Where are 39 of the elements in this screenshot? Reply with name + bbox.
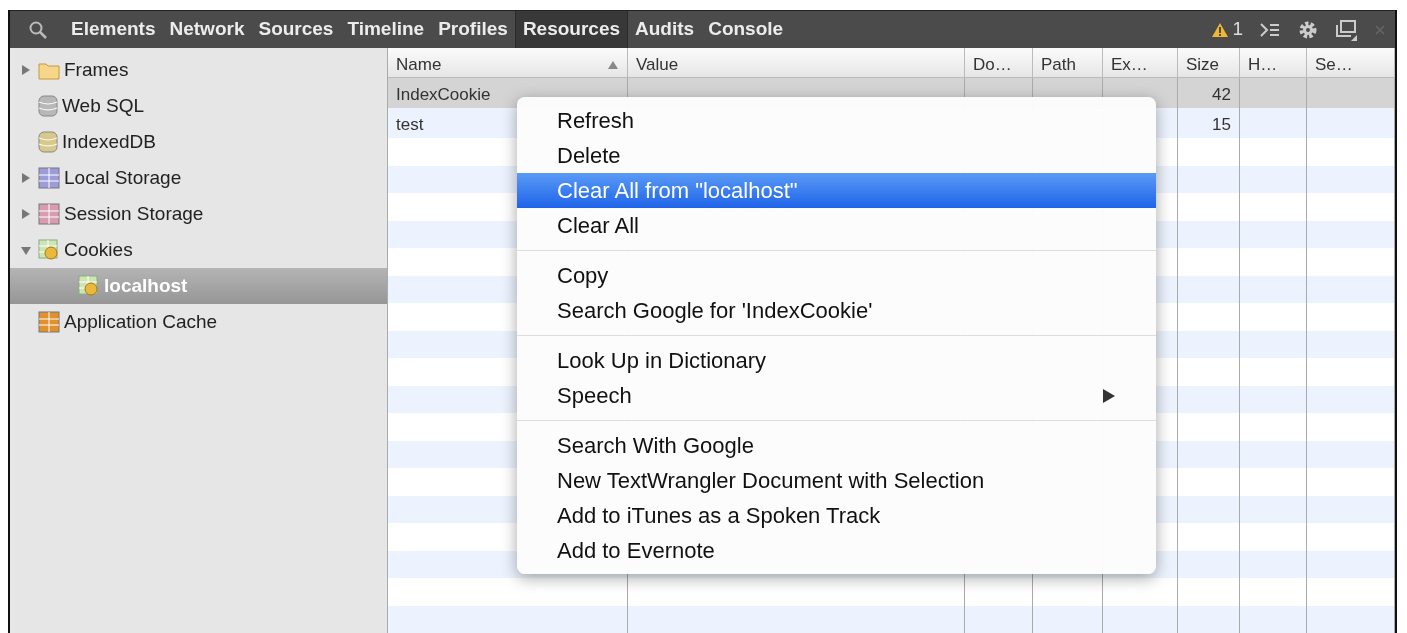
panel-tab[interactable]: Audits [628,11,702,48]
sidebar-item[interactable]: Local Storage [10,160,387,196]
panel-tab[interactable]: Network [162,11,252,48]
menu-item[interactable]: Clear All [517,208,1156,243]
disclosure-triangle-icon[interactable] [20,172,32,184]
panel-tab[interactable]: Profiles [431,11,515,48]
menu-item[interactable]: Clear All from "localhost" [517,173,1156,208]
folder-icon [38,60,60,80]
menu-item[interactable]: Speech [517,378,1156,413]
cookie-icon [78,275,100,297]
panel-tab[interactable]: Resources [514,11,629,48]
disclosure-triangle-icon[interactable] [20,64,32,76]
sidebar-item[interactable]: Frames [10,52,387,88]
sidebar-item[interactable]: Web SQL [10,88,387,124]
sidebar-item[interactable]: Application Cache [10,304,387,340]
warning-icon[interactable] [1211,21,1230,38]
panel-tab[interactable]: Console [701,11,791,48]
panel-tab[interactable]: Sources [251,11,341,48]
dock-icon[interactable] [1335,18,1357,41]
disclosure-triangle-icon[interactable] [20,208,32,220]
menu-item[interactable]: Copy [517,258,1156,293]
table-cell: 15 [1178,108,1240,142]
cookie-icon [38,239,60,261]
sort-arrow-icon[interactable] [607,59,619,70]
console-drawer-icon[interactable] [1259,20,1281,39]
menu-item[interactable]: Search With Google [517,428,1156,463]
menu-item[interactable]: Add to Evernote [517,533,1156,568]
warning-count[interactable]: 1 [1232,15,1243,44]
panel-tab[interactable]: Elements [64,11,163,48]
panel-tab[interactable]: Timeline [340,11,432,48]
search-icon[interactable] [28,19,48,40]
menu-item[interactable]: Look Up in Dictionary [517,343,1156,378]
menu-item[interactable]: Add to iTunes as a Spoken Track [517,498,1156,533]
sidebar-item[interactable]: Session Storage [10,196,387,232]
menu-item[interactable]: Search Google for 'IndexCookie' [517,293,1156,328]
sidebar-item[interactable]: IndexedDB [10,124,387,160]
disclosure-triangle-icon[interactable] [20,244,32,256]
sidebar-item[interactable]: Cookies [10,232,387,268]
menu-item[interactable]: New TextWrangler Document with Selection [517,463,1156,498]
